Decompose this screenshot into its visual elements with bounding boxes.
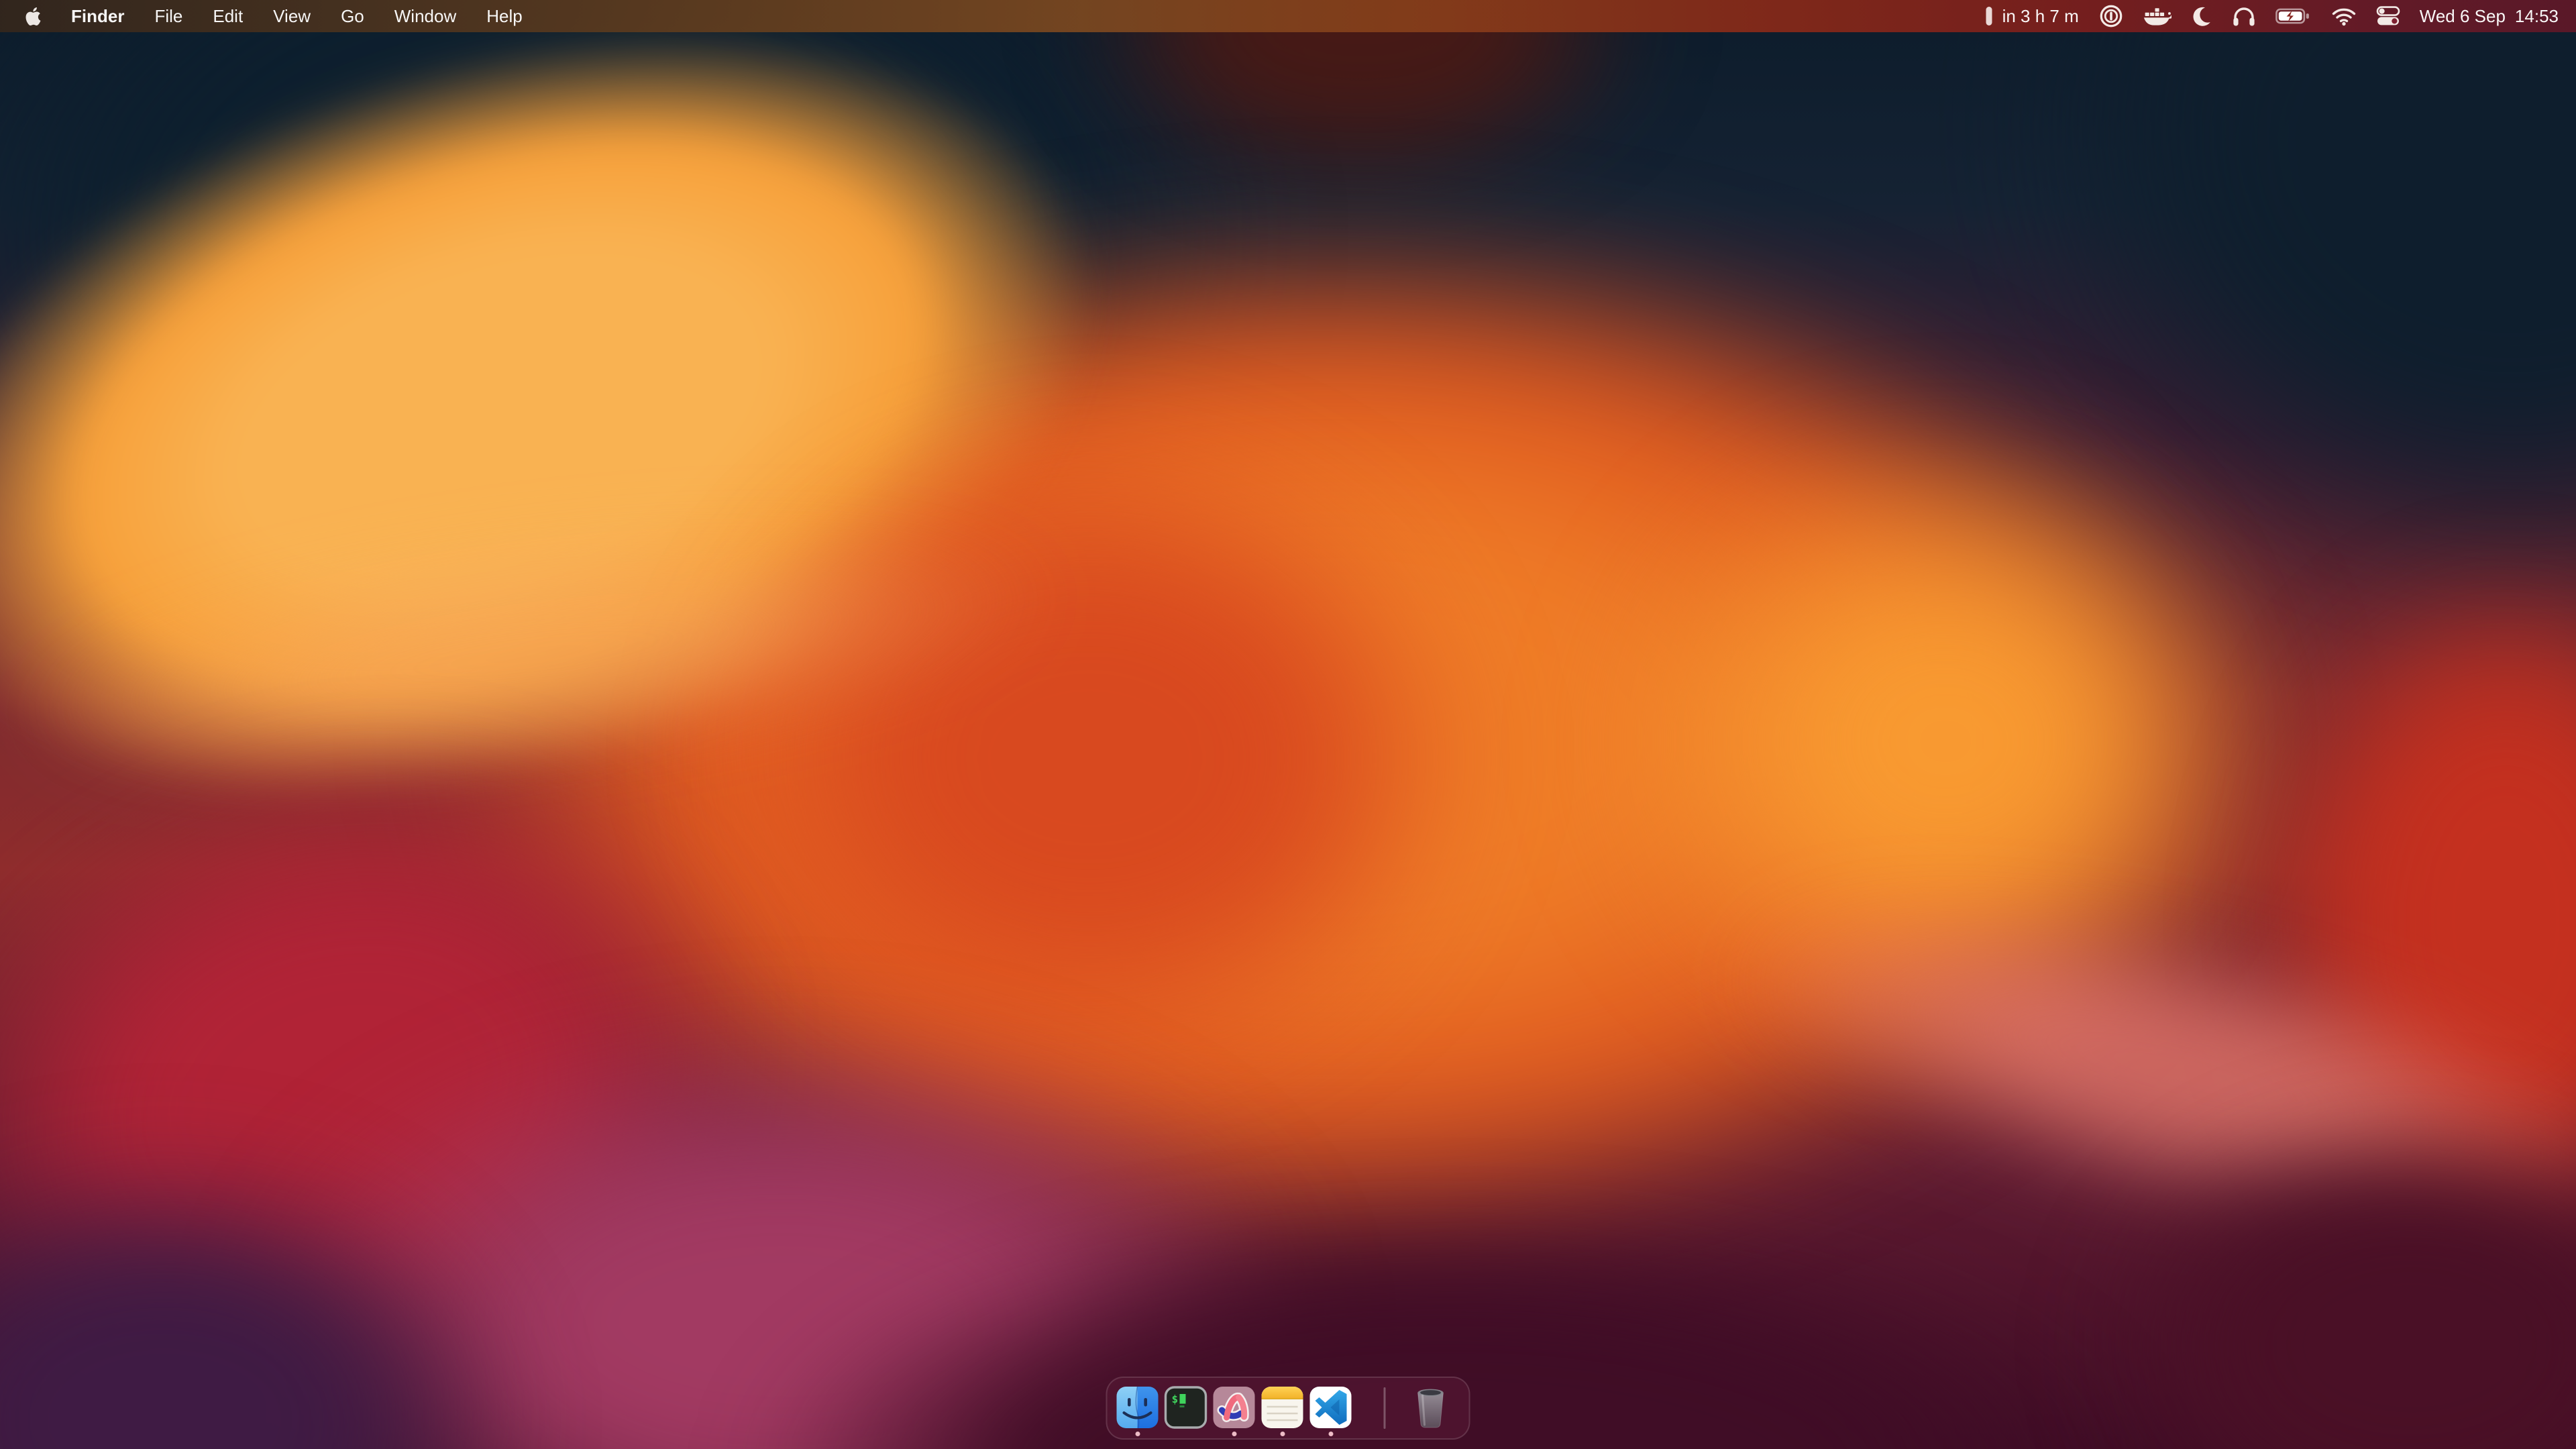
dock-item-notes[interactable] [1260, 1386, 1305, 1436]
dock-item-vscode[interactable] [1309, 1386, 1353, 1436]
menu-bar-status: in 3 h 7 m [1986, 3, 2576, 29]
running-indicator [1135, 1432, 1140, 1436]
control-center-menu-extra[interactable] [2376, 6, 2400, 26]
power-circle-icon [2098, 3, 2124, 29]
battery-menu-extra[interactable] [2275, 7, 2312, 25]
headphones-icon [2232, 5, 2256, 27]
power-circle-menu-extra[interactable] [2098, 3, 2124, 29]
vscode-icon [1309, 1386, 1352, 1429]
arc-browser-icon [1213, 1386, 1256, 1429]
running-indicator [1280, 1432, 1285, 1436]
clock-time: 14:53 [2515, 6, 2559, 27]
trash-icon [1409, 1386, 1452, 1429]
notes-icon [1261, 1386, 1304, 1429]
menu-go[interactable]: Go [341, 6, 364, 27]
running-indicator [1328, 1432, 1333, 1436]
timer-bar-icon [1986, 6, 1992, 26]
menu-view[interactable]: View [273, 6, 311, 27]
wifi-menu-extra[interactable] [2331, 6, 2357, 26]
dock: $ [1106, 1377, 1470, 1440]
svg-text:$: $ [1172, 1393, 1179, 1405]
dock-item-arc[interactable] [1212, 1386, 1256, 1436]
dock-item-finder[interactable] [1116, 1386, 1160, 1436]
menu-file[interactable]: File [154, 6, 182, 27]
menu-window[interactable]: Window [394, 6, 456, 27]
desktop-wallpaper [0, 0, 2576, 1449]
docker-whale-icon [2143, 5, 2171, 27]
battery-charging-icon [2275, 7, 2312, 25]
menu-bar: Finder File Edit View Go Window Help in … [0, 0, 2576, 32]
session-timer-icon[interactable] [1986, 6, 1992, 26]
dock-item-terminal[interactable]: $ [1164, 1386, 1208, 1436]
sound-output-menu-extra[interactable] [2232, 5, 2256, 27]
finder-icon [1116, 1386, 1159, 1429]
desktop: Finder File Edit View Go Window Help in … [0, 0, 2576, 1449]
wifi-icon [2331, 6, 2357, 26]
control-center-icon [2376, 6, 2400, 26]
dock-divider [1384, 1387, 1386, 1429]
menu-app-finder[interactable]: Finder [71, 6, 124, 27]
menu-bar-left: Finder File Edit View Go Window Help [0, 6, 523, 27]
dock-item-trash[interactable] [1409, 1386, 1453, 1436]
apple-menu[interactable] [25, 7, 41, 25]
menu-bar-clock[interactable]: Wed 6 Sep 14:53 [2420, 6, 2559, 27]
clock-date: Wed 6 Sep [2420, 6, 2506, 27]
moon-icon [2191, 5, 2212, 27]
docker-menu-extra[interactable] [2143, 5, 2171, 27]
countdown-text[interactable]: in 3 h 7 m [2002, 6, 2079, 27]
focus-menu-extra[interactable] [2191, 5, 2212, 27]
menu-help[interactable]: Help [486, 6, 522, 27]
apple-logo-icon [25, 7, 41, 25]
menu-edit[interactable]: Edit [213, 6, 243, 27]
terminal-icon: $ [1165, 1386, 1208, 1429]
running-indicator [1232, 1432, 1236, 1436]
